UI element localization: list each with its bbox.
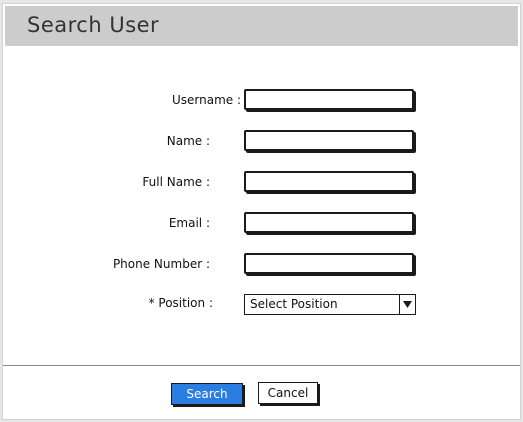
name-label: Name : <box>166 134 210 148</box>
username-input[interactable] <box>246 93 412 111</box>
name-input[interactable] <box>246 134 412 152</box>
cancel-button[interactable]: Cancel <box>258 382 318 404</box>
fullname-input[interactable] <box>246 175 412 193</box>
dropdown-arrow-button[interactable] <box>399 295 415 314</box>
email-label: Email : <box>168 216 210 230</box>
position-selected-value: Select Position <box>250 297 338 311</box>
search-button[interactable]: Search <box>171 383 243 405</box>
triangle-down-icon <box>403 301 412 308</box>
search-user-dialog: Search User Username : Name : Full Name … <box>2 3 521 420</box>
dialog-title: Search User <box>27 13 160 37</box>
position-select[interactable]: Select Position <box>244 294 416 315</box>
phone-label: Phone Number : <box>112 257 210 271</box>
position-label: * Position : <box>148 296 213 310</box>
phone-input[interactable] <box>246 257 412 275</box>
username-label: Username : <box>171 93 241 107</box>
fullname-field-wrapper <box>244 171 414 193</box>
email-input[interactable] <box>246 216 412 234</box>
email-field-wrapper <box>244 212 414 234</box>
footer-divider <box>3 365 520 366</box>
phone-field-wrapper <box>244 253 414 275</box>
name-field-wrapper <box>244 130 414 152</box>
dialog-titlebar: Search User <box>5 6 518 46</box>
username-field-wrapper <box>244 89 414 111</box>
fullname-label: Full Name : <box>142 175 210 189</box>
